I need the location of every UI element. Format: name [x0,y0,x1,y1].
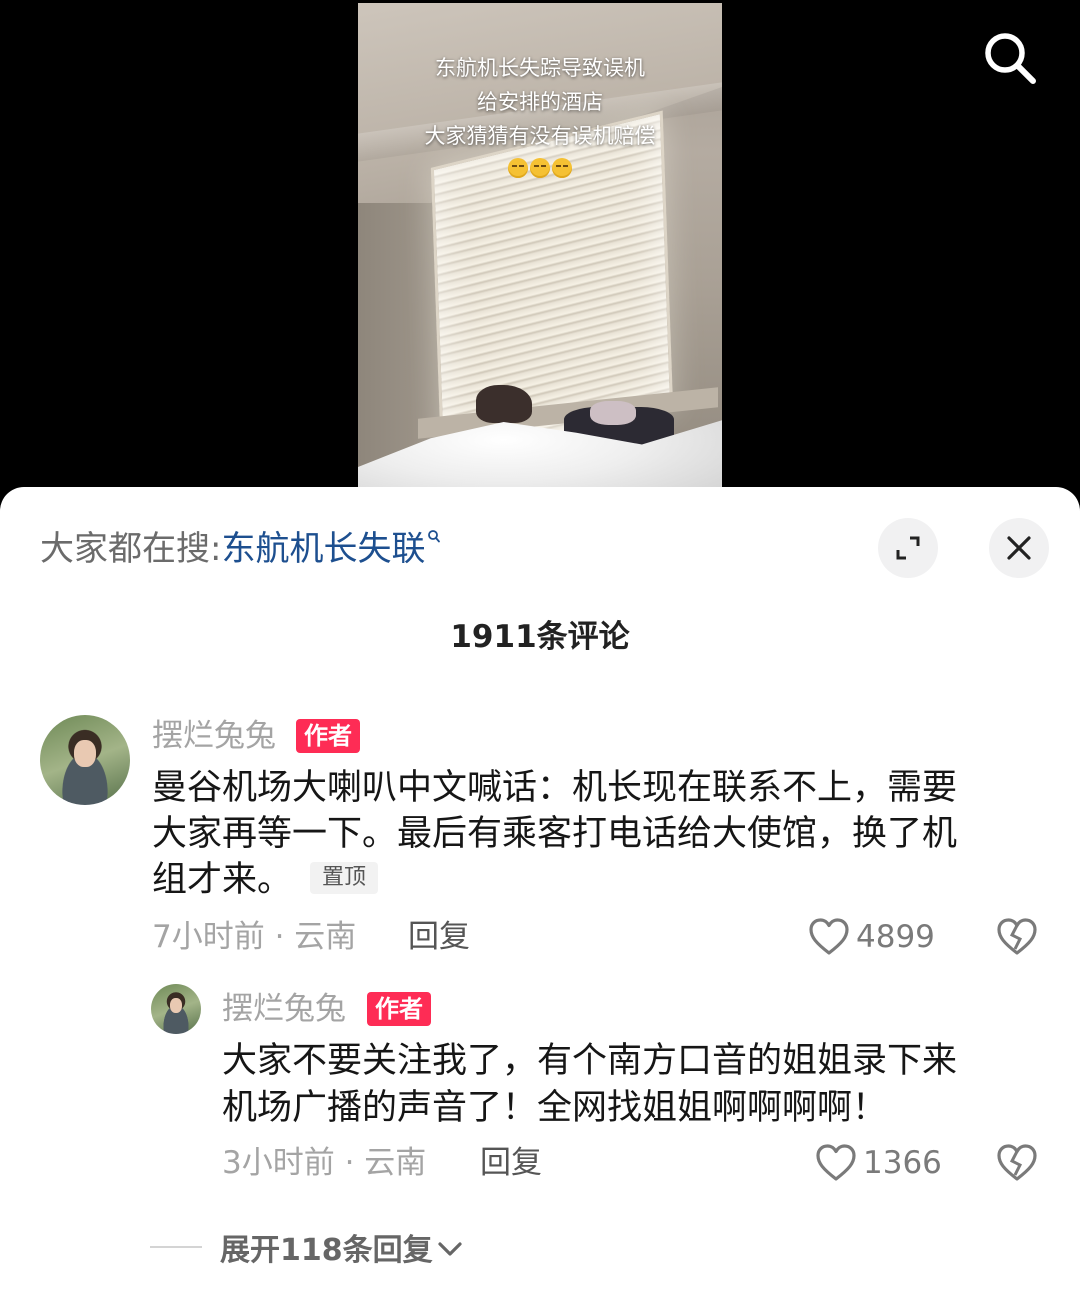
reply-button[interactable]: 回复 [408,917,470,957]
comments-sheet: 大家都在搜:东航机长失联 1911条评论 摆烂兔兔 作者 曼谷机场大喇叭中文喊话… [0,487,1080,1295]
reply-username[interactable]: 摆烂兔兔 [222,989,346,1029]
caption-line: 给安排的酒店 [477,90,603,114]
reply-text-line: 大家不要关注我了，有个南方口音的姐姐录下来 [222,1041,958,1081]
comment-text-line-with-pin: 组才来。 置顶 [152,857,379,903]
like-button[interactable]: 1366 [815,1141,942,1185]
close-icon [1007,536,1031,560]
comment-username[interactable]: 摆烂兔兔 [152,716,276,756]
divider-line [150,1246,202,1248]
dislike-icon[interactable] [996,1143,1038,1183]
like-count: 4899 [856,919,935,955]
magnifier-icon [428,530,441,543]
pensive-face-icon [508,158,528,178]
author-badge: 作者 [296,719,360,753]
video-frame[interactable]: 东航机长失踪导致误机 给安排的酒店 大家猜猜有没有误机赔偿 [358,3,722,500]
video-caption: 东航机长失踪导致误机 给安排的酒店 大家猜猜有没有误机赔偿 [358,51,722,183]
caption-line: 东航机长失踪导致误机 [435,56,645,80]
caption-line: 大家猜猜有没有误机赔偿 [424,124,656,148]
video-player[interactable]: 东航机长失踪导致误机 给安排的酒店 大家猜猜有没有误机赔偿 [0,0,1080,500]
expand-icon [896,536,920,560]
pensive-face-icon [530,158,550,178]
comment-text-line: 大家再等一下。最后有乘客打电话给大使馆，换了机 [152,814,958,854]
reply-meta: 3小时前 · 云南 [222,1145,427,1181]
hot-search-keyword[interactable]: 东航机长失联 [221,529,425,569]
comment-count: 1911条评论 [450,619,630,655]
close-button[interactable] [989,518,1049,578]
heart-icon [816,1144,856,1181]
reply-text-line: 机场广播的声音了！全网找姐姐啊啊啊啊！ [222,1088,888,1128]
avatar[interactable] [40,715,130,805]
comment-text-line: 曼谷机场大喇叭中文喊话：机长现在联系不上，需要 [152,768,958,808]
like-button[interactable]: 4899 [808,915,935,959]
chevron-down-icon [438,1242,462,1256]
author-badge: 作者 [367,992,431,1026]
heart-icon [809,918,849,955]
video-object [590,401,636,425]
pinned-badge: 置顶 [310,862,379,894]
like-count: 1366 [863,1145,942,1181]
comment-meta: 7小时前 · 云南 [152,919,357,955]
hot-search-prefix: 大家都在搜: [40,529,222,569]
dislike-icon[interactable] [996,917,1038,957]
avatar[interactable] [151,984,201,1034]
video-object [476,385,532,423]
expand-replies-button[interactable]: 展开118条回复 [150,1227,463,1268]
expand-replies-label: 展开118条回复 [220,1233,433,1268]
expand-button[interactable] [878,518,938,578]
pensive-face-icon [552,158,572,178]
reply-button[interactable]: 回复 [480,1143,542,1183]
caption-emoji [358,153,722,183]
comment-text-line: 组才来。 [152,860,293,900]
hot-search-bar[interactable]: 大家都在搜:东航机长失联 [40,527,441,571]
search-icon[interactable] [980,28,1040,88]
